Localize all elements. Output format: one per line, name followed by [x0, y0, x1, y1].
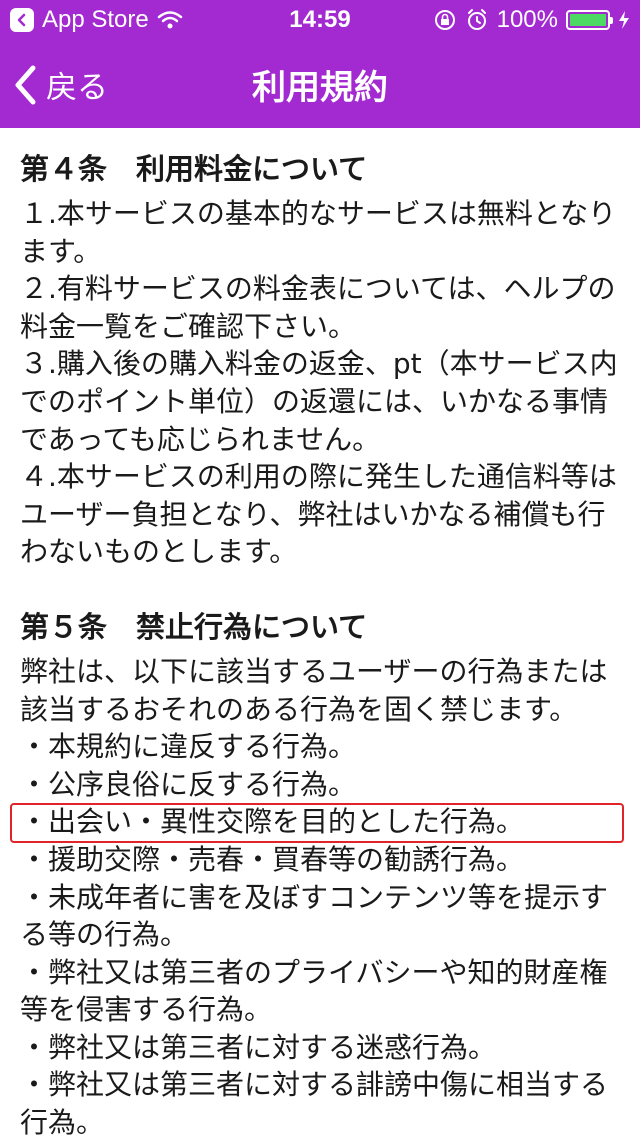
text-line: ・弊社又は第三者に対する迷惑行為。	[20, 1030, 497, 1064]
section-body-article-4: １.本サービスの基本的なサービスは無料となり ます。 ２.有料サービスの料金表に…	[20, 195, 624, 571]
text-line: る等の行為。	[20, 918, 189, 952]
text-line: ２.有料サービスの料金表については、ヘルプの	[20, 272, 616, 306]
text-line: ４.本サービスの利用の際に発生した通信料等は	[20, 460, 617, 494]
charging-bolt-icon	[619, 11, 629, 29]
text-line: ・公序良俗に反する行為。	[20, 767, 357, 801]
text-line: 行為。	[20, 1106, 105, 1140]
section-body-article-5: 弊社は、以下に該当するユーザーの行為または 該当するおそれのある行為を固く禁じま…	[20, 653, 624, 1142]
text-line: 料金一覧をご確認下さい。	[20, 309, 357, 343]
text-line: ・弊社又は第三者のプライバシーや知的財産権	[20, 955, 608, 989]
status-right: 100%	[433, 6, 630, 34]
terms-content: 第４条 利用料金について １.本サービスの基本的なサービスは無料となり ます。 …	[20, 128, 624, 1142]
navigation-bar: 戻る 利用規約	[0, 40, 640, 128]
text-line: 該当するおそれのある行為を固く禁じます。	[20, 692, 578, 726]
text-line: ます。	[20, 234, 102, 268]
text-line: ・本規約に違反する行為。	[20, 730, 357, 764]
battery-fill	[570, 14, 606, 26]
text-line: ユーザー負担となり、弊社はいかなる補償も行	[20, 497, 606, 531]
battery-percent: 100%	[496, 6, 558, 33]
highlight-box	[10, 803, 624, 843]
section-heading-article-4: 第４条 利用料金について	[20, 152, 368, 186]
text-line: わないものとします。	[20, 535, 298, 569]
section-heading-article-5: 第５条 禁止行為について	[20, 609, 368, 644]
text-line: 等を侵害する行為。	[20, 993, 273, 1027]
text-line: ・援助交際・売春・買春等の勧誘行為。	[20, 842, 525, 876]
alarm-icon	[467, 9, 486, 30]
text-line: ・未成年者に害を及ぼすコンテンツ等を提示す	[20, 880, 609, 914]
text-line: でのポイント単位）の返還には、いかなる事情	[20, 384, 609, 418]
rotation-lock-icon	[434, 10, 455, 30]
battery-icon	[566, 10, 613, 30]
text-line: １.本サービスの基本的なサービスは無料となり	[20, 197, 617, 230]
text-line: であっても応じられません。	[20, 422, 381, 456]
text-line: 弊社は、以下に該当するユーザーの行為または	[20, 654, 608, 688]
text-line: ３.購入後の購入料金の返金、pt（本サービス内	[20, 347, 618, 381]
text-line: ・弊社又は第三者に対する誹謗中傷に相当する	[20, 1068, 609, 1102]
status-bar: App Store 14:59 100%	[0, 0, 640, 40]
page-title: 利用規約	[252, 68, 388, 108]
